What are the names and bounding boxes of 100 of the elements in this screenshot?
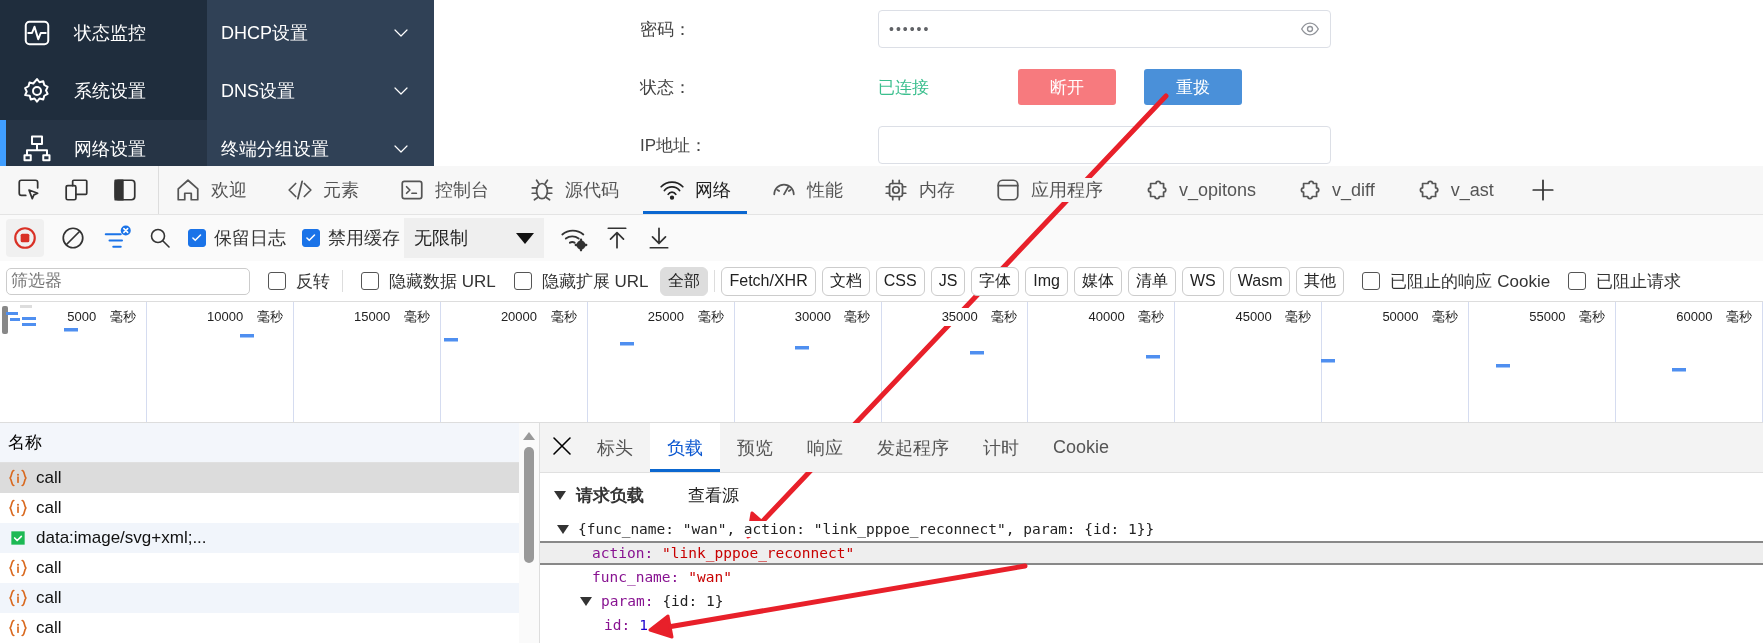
devtools-tab[interactable]: 源代码 <box>513 166 635 214</box>
detail-tab[interactable]: 负载 <box>650 423 720 472</box>
bug-icon <box>529 177 555 203</box>
type-filter-button[interactable]: 媒体 <box>1073 266 1122 296</box>
payload-property[interactable]: action: "link_pppoe_reconnect" <box>540 541 1763 565</box>
request-row[interactable]: call <box>0 463 519 493</box>
record-icon <box>12 225 38 251</box>
request-row[interactable]: data:image/svg+xml;... <box>0 523 519 553</box>
column-header: 名称 <box>8 432 42 454</box>
type-filter-button[interactable]: 字体 <box>971 266 1020 296</box>
window-icon <box>995 177 1021 203</box>
status-text: 已连接 <box>878 76 930 99</box>
type-filter-button[interactable]: 其他 <box>1296 266 1345 296</box>
submenu-item[interactable]: DHCP设置 <box>207 4 434 62</box>
checkbox-label: 保留日志 <box>214 227 286 250</box>
monitor-icon <box>22 18 52 48</box>
submenu-item[interactable]: DNS设置 <box>207 62 434 120</box>
expand-triangle-icon[interactable] <box>580 596 592 606</box>
checkbox-label: 已阻止请求 <box>1596 270 1682 293</box>
type-filter-button[interactable]: Fetch/XHR <box>721 266 816 296</box>
request-row[interactable]: call <box>0 553 519 583</box>
devtools-tab[interactable]: v_ast <box>1398 166 1510 214</box>
request-row[interactable]: call <box>0 493 519 523</box>
scrollbar-thumb[interactable] <box>524 447 534 563</box>
checkbox[interactable] <box>361 272 379 290</box>
section-title: 请求负载 <box>576 484 645 507</box>
sidebar-item[interactable]: 系统设置 <box>0 62 207 120</box>
expand-triangle-icon[interactable] <box>554 490 566 500</box>
sidebar-item[interactable]: 网络设置 <box>0 120 207 166</box>
time-tick: 10000 毫秒 <box>207 308 283 326</box>
type-filter-button[interactable]: CSS <box>875 266 925 296</box>
field-label: 密码： <box>640 18 692 41</box>
braces-icon <box>8 618 28 638</box>
dock-side-icon[interactable] <box>112 177 138 203</box>
field-label: 状态： <box>640 76 692 99</box>
type-filter-button[interactable]: Wasm <box>1229 266 1291 296</box>
time-tick: 15000 毫秒 <box>354 308 430 326</box>
time-tick: 5000 毫秒 <box>67 308 136 326</box>
time-tick: 25000 毫秒 <box>647 308 724 326</box>
checkbox-label: 禁用缓存 <box>328 227 400 250</box>
time-tick: 35000 毫秒 <box>941 308 1018 326</box>
time-tick: 40000 毫秒 <box>1088 308 1165 326</box>
devtools-tab[interactable]: v_diff <box>1280 166 1391 214</box>
inspect-icon[interactable] <box>16 177 42 203</box>
console-icon <box>399 177 425 203</box>
braces-icon <box>8 468 28 488</box>
checkbox-label: 隐藏数据 URL <box>389 270 496 293</box>
request-row[interactable]: call <box>0 583 519 613</box>
devtools-tab[interactable]: v_opitons <box>1127 166 1273 214</box>
checkbox-label: 隐藏扩展 URL <box>541 270 649 293</box>
checkbox-label: 反转 <box>296 270 330 293</box>
field-label: IP地址： <box>640 134 709 157</box>
type-filter-button[interactable]: Img <box>1025 266 1068 296</box>
devtools-tab[interactable]: 应用程序 <box>979 166 1119 214</box>
time-tick: 30000 毫秒 <box>794 308 871 326</box>
type-filter-button[interactable]: WS <box>1181 266 1224 296</box>
checkbox[interactable] <box>1362 272 1381 290</box>
filter-field[interactable]: 筛选器 <box>6 267 250 295</box>
record-button[interactable] <box>6 219 44 257</box>
devtools-tab[interactable]: 欢迎 <box>159 166 263 214</box>
payload-property[interactable]: func_name: "wan" <box>540 565 1763 589</box>
type-filter-button[interactable]: 文档 <box>821 266 870 296</box>
braces-icon <box>8 498 28 518</box>
checkbox-label: 已阻止的响应 Cookie <box>1390 270 1551 293</box>
checkbox[interactable] <box>268 272 286 290</box>
view-source-link[interactable]: 查看源 <box>688 483 739 507</box>
chip-icon <box>883 177 909 203</box>
image-icon <box>8 528 28 548</box>
time-tick: 55000 毫秒 <box>1529 308 1606 326</box>
braces-icon <box>8 558 28 578</box>
type-filter-button[interactable]: 全部 <box>660 266 709 296</box>
checkbox[interactable] <box>1568 272 1587 290</box>
type-filter-button[interactable]: JS <box>930 266 966 296</box>
payload-summary: {func_name: "wan", action: "link_pppoe_reconnect", param: {id: 1}} <box>578 521 1155 537</box>
devtools-tab[interactable]: 控制台 <box>383 166 505 214</box>
ip-field[interactable] <box>878 126 1331 164</box>
submenu-item[interactable]: 终端分组设置 <box>207 120 434 166</box>
throttling-dropdown[interactable]: 无限制 <box>404 218 544 258</box>
device-icon[interactable] <box>64 177 90 203</box>
time-tick: 60000 毫秒 <box>1676 308 1752 326</box>
home-icon <box>175 177 201 203</box>
request-row[interactable]: call <box>0 613 519 643</box>
braces-icon <box>8 588 28 608</box>
payload-property[interactable]: param: {id: 1} <box>540 589 1763 613</box>
scroll-up-icon[interactable] <box>522 431 536 441</box>
search-icon[interactable] <box>148 226 172 250</box>
password-field[interactable]: •••••• <box>878 10 1331 48</box>
payload-property[interactable]: id: 1 <box>540 613 1763 637</box>
devtools-tab[interactable]: 性能 <box>755 166 859 214</box>
devtools-tab[interactable]: 内存 <box>867 166 971 214</box>
devtools-tab[interactable]: 元素 <box>271 166 375 214</box>
time-tick: 20000 毫秒 <box>500 308 577 326</box>
sidebar-item[interactable]: 状态监控 <box>0 4 207 62</box>
checkbox[interactable] <box>188 229 206 247</box>
time-tick: 45000 毫秒 <box>1235 308 1312 326</box>
time-tick: 50000 毫秒 <box>1382 308 1459 326</box>
type-filter-button[interactable]: 清单 <box>1127 266 1176 296</box>
checkbox[interactable] <box>513 272 532 290</box>
clear-icon[interactable] <box>60 225 86 251</box>
checkbox[interactable] <box>302 229 320 247</box>
